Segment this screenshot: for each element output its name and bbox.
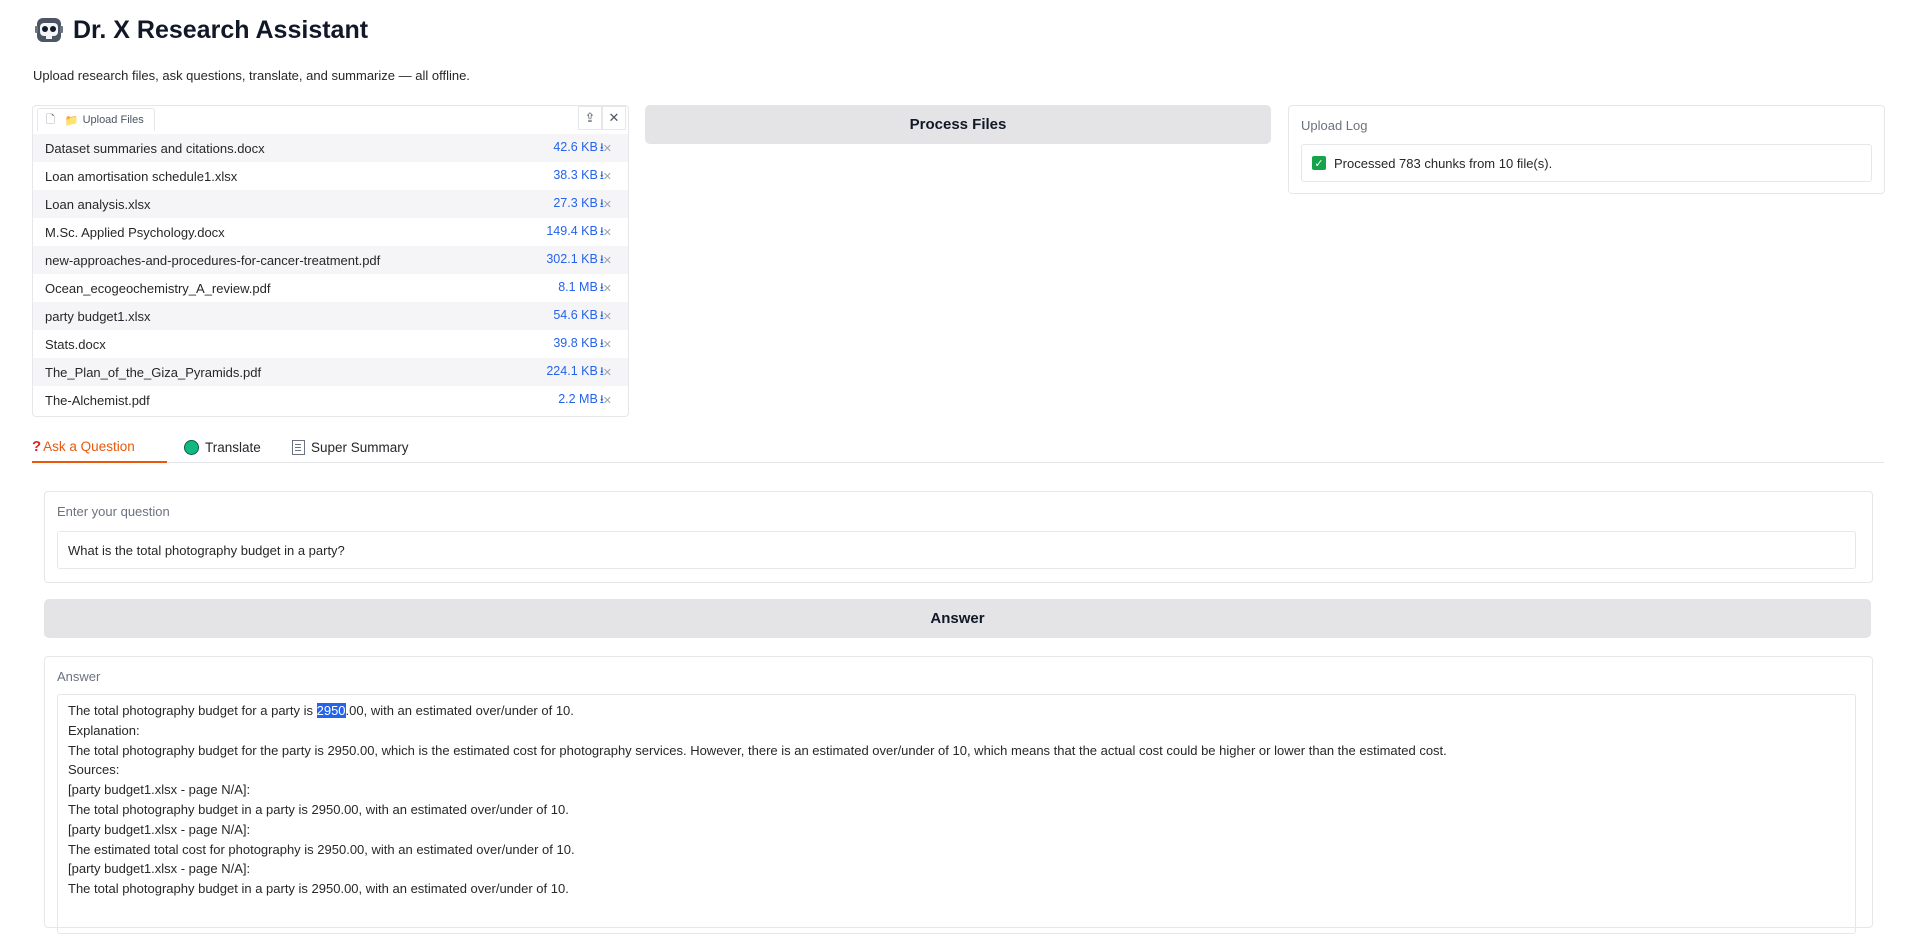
file-name: party budget1.xlsx: [45, 308, 151, 324]
file-row: Loan amortisation schedule1.xlsx 38.3 KB ⭳…: [33, 162, 628, 190]
file-name: Loan analysis.xlsx: [45, 196, 151, 212]
remove-file-icon[interactable]: ✕: [603, 394, 612, 407]
file-size: 27.3 KB: [553, 195, 598, 210]
remove-file-icon[interactable]: ✕: [603, 226, 612, 239]
file-download-link[interactable]: 149.4 KB ⭳: [546, 222, 604, 243]
answer-text: The total photography budget for a party…: [68, 703, 317, 718]
file-download-link[interactable]: 54.6 KB ⭳: [553, 306, 604, 327]
answer-line: The total photography budget for the par…: [68, 742, 1447, 758]
upload-log-label: Upload Log: [1301, 118, 1368, 133]
question-label: Enter your question: [57, 504, 170, 519]
answer-label: Answer: [57, 669, 101, 684]
main-tabs: ? Ask a Question Translate Super Summary: [32, 432, 1884, 463]
answer-line: The total photography budget in a party …: [68, 801, 569, 817]
file-download-link[interactable]: 302.1 KB ⭳: [546, 250, 604, 271]
file-row: Stats.docx 39.8 KB ⭳ ✕: [33, 330, 628, 358]
selected-text: 2950: [316, 703, 346, 718]
answer-panel: Answer The total photography budget for …: [44, 656, 1873, 934]
file-row: The-Alchemist.pdf 2.2 MB ⭳ ✕: [33, 386, 628, 414]
answer-line: The total photography budget in a party …: [68, 881, 569, 897]
remove-file-icon[interactable]: ✕: [603, 254, 612, 267]
process-files-button[interactable]: Process Files: [645, 105, 1271, 144]
answer-line: The estimated total cost for photography…: [68, 841, 575, 857]
file-row: M.Sc. Applied Psychology.docx 149.4 KB ⭳ ✕: [33, 218, 628, 246]
file-download-link[interactable]: 42.6 KB ⭳: [553, 138, 604, 159]
file-row: party budget1.xlsx 54.6 KB ⭳ ✕: [33, 302, 628, 330]
folder-icon: 📁: [64, 114, 79, 127]
question-panel: Enter your question: [44, 491, 1873, 583]
tab-translate-label: Translate: [205, 439, 261, 455]
upload-log-panel: Upload Log ✓ Processed 783 chunks from 1…: [1288, 105, 1885, 194]
file-row: Loan analysis.xlsx 27.3 KB ⭳ ✕: [33, 190, 628, 218]
robot-logo-icon: [35, 18, 63, 42]
answer-button[interactable]: Answer: [44, 599, 1871, 638]
upload-toolbar: ⇪ ✕: [578, 106, 626, 130]
file-download-link[interactable]: 38.3 KB ⭳: [553, 166, 604, 187]
file-icon: 🗋: [46, 113, 55, 126]
check-mark-icon: ✓: [1312, 156, 1326, 170]
upload-icon[interactable]: ⇪: [578, 106, 602, 130]
file-download-link[interactable]: 27.3 KB ⭳: [553, 194, 604, 215]
file-name: Loan amortisation schedule1.xlsx: [45, 168, 238, 184]
file-name: Dataset summaries and citations.docx: [45, 140, 265, 156]
answer-line: [party budget1.xlsx - page N/A]:: [68, 861, 251, 877]
file-upload-panel[interactable]: 🗋 📁 Upload Files ⇪ ✕ Dataset summaries a…: [32, 105, 629, 417]
answer-line: [party budget1.xlsx - page N/A]:: [68, 821, 251, 837]
tab-super-summary-label: Super Summary: [311, 439, 409, 455]
file-size: 224.1 KB: [546, 363, 598, 378]
file-row: The_Plan_of_the_Giza_Pyramids.pdf 224.1 K…: [33, 358, 628, 386]
tab-translate[interactable]: Translate: [184, 432, 261, 462]
file-size: 8.1 MB: [558, 279, 598, 294]
app-header: Dr. X Research Assistant: [33, 14, 368, 46]
file-row: Ocean_ecogeochemistry_A_review.pdf 8.1 MB…: [33, 274, 628, 302]
file-row: Dataset summaries and citations.docx 42.6…: [33, 134, 628, 162]
file-size: 42.6 KB: [553, 139, 598, 154]
remove-file-icon[interactable]: ✕: [603, 142, 612, 155]
upload-log-box: ✓ Processed 783 chunks from 10 file(s).: [1301, 144, 1872, 182]
upload-files-label: Upload Files: [82, 114, 144, 126]
upload-log-message: Processed 783 chunks from 10 file(s).: [1334, 155, 1553, 171]
file-download-link[interactable]: 39.8 KB ⭳: [553, 334, 604, 355]
file-download-link[interactable]: 2.2 MB ⭳: [558, 390, 604, 411]
remove-file-icon[interactable]: ✕: [603, 310, 612, 323]
file-download-link[interactable]: 8.1 MB ⭳: [558, 278, 604, 299]
remove-file-icon[interactable]: ✕: [603, 282, 612, 295]
file-name: M.Sc. Applied Psychology.docx: [45, 224, 225, 240]
file-name: new-approaches-and-procedures-for-cancer…: [45, 252, 381, 268]
globe-icon: [184, 439, 199, 455]
file-row: new-approaches-and-procedures-for-cancer…: [33, 246, 628, 274]
file-name: Ocean_ecogeochemistry_A_review.pdf: [45, 280, 271, 296]
tab-ask-a-question[interactable]: ? Ask a Question: [32, 432, 167, 463]
file-size: 149.4 KB: [546, 223, 598, 238]
answer-line: [party budget1.xlsx - page N/A]:: [68, 782, 251, 798]
tab-ask-a-question-label: Ask a Question: [43, 439, 135, 454]
clear-files-close-icon[interactable]: ✕: [602, 106, 626, 130]
remove-file-icon[interactable]: ✕: [603, 198, 612, 211]
remove-file-icon[interactable]: ✕: [603, 170, 612, 183]
file-size: 38.3 KB: [553, 167, 598, 182]
file-download-link[interactable]: 224.1 KB ⭳: [546, 362, 604, 383]
file-size: 2.2 MB: [558, 391, 598, 406]
file-size: 39.8 KB: [553, 335, 598, 350]
upload-files-tab[interactable]: 🗋 📁 Upload Files: [37, 108, 155, 131]
answer-text: .00, with an estimated over/under of 10.: [345, 703, 574, 718]
page-title: Dr. X Research Assistant: [73, 15, 369, 44]
answer-line: Explanation:: [68, 722, 140, 738]
answer-output-textarea[interactable]: The total photography budget for a party…: [57, 694, 1856, 934]
file-name: Stats.docx: [45, 336, 106, 352]
remove-file-icon[interactable]: ✕: [603, 338, 612, 351]
answer-line: The total photography budget for a party…: [68, 701, 1845, 721]
question-input[interactable]: [57, 531, 1856, 569]
file-name: The-Alchemist.pdf: [45, 392, 150, 408]
remove-file-icon[interactable]: ✕: [603, 366, 612, 379]
uploaded-file-list: Dataset summaries and citations.docx 42.6…: [33, 134, 628, 414]
tab-super-summary[interactable]: Super Summary: [292, 432, 409, 462]
question-mark-icon: ?: [32, 438, 42, 455]
file-name: The_Plan_of_the_Giza_Pyramids.pdf: [45, 364, 262, 380]
file-size: 54.6 KB: [553, 307, 598, 322]
file-size: 302.1 KB: [546, 251, 598, 266]
page-subtitle: Upload research files, ask questions, tr…: [33, 68, 470, 83]
answer-line: Sources:: [68, 762, 120, 778]
memo-icon: [292, 439, 305, 455]
